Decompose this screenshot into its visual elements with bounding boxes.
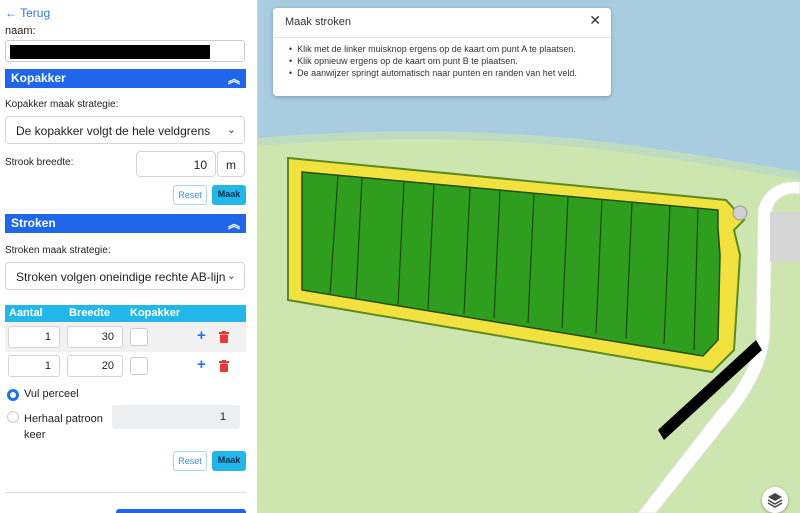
kopakker-strategy-value: De kopakker volgt de hele veldgrens bbox=[16, 124, 211, 138]
kopakker-maak-button[interactable]: Maak bbox=[212, 185, 246, 205]
plus-icon[interactable]: + bbox=[197, 327, 206, 344]
strook-breedte-input[interactable]: 10 bbox=[136, 151, 216, 177]
herhaal-patroon-radio[interactable] bbox=[7, 411, 19, 423]
sidebar-panel: ← Terug naam: Kopakker ︽ Kopakker maak s… bbox=[0, 0, 258, 513]
kopakker-section-header[interactable]: Kopakker ︽ bbox=[5, 69, 246, 88]
strook-breedte-label: Strook breedte: bbox=[5, 157, 74, 168]
col-aantal: Aantal bbox=[9, 307, 43, 319]
chevron-down-icon: ⌄ bbox=[226, 270, 236, 282]
breedte-input[interactable]: 30 bbox=[67, 326, 123, 348]
stroken-strategy-value: Stroken volgen oneindige rechte AB-lijn bbox=[16, 270, 226, 284]
stroken-maak-button[interactable]: Maak bbox=[212, 451, 246, 471]
kopakker-strategy-select[interactable]: De kopakker volgt de hele veldgrens ⌄ bbox=[5, 116, 245, 144]
layers-icon bbox=[767, 493, 783, 508]
vul-perceel-radio[interactable] bbox=[7, 389, 19, 401]
herhaal-count-input[interactable]: 1 bbox=[112, 405, 240, 429]
stroken-reset-button[interactable]: Reset bbox=[173, 451, 207, 471]
instruction-item: Klik opnieuw ergens op de kaart om punt … bbox=[289, 55, 577, 67]
col-kopakker: Kopakker bbox=[130, 307, 181, 319]
close-icon[interactable]: ✕ bbox=[589, 12, 601, 29]
name-label: naam: bbox=[5, 25, 36, 37]
trash-icon[interactable] bbox=[219, 360, 229, 372]
stroken-header-label: Stroken bbox=[11, 216, 56, 230]
info-instructions: Klik met de linker muisknop ergens op de… bbox=[289, 43, 577, 79]
layers-button[interactable] bbox=[762, 487, 788, 513]
vul-perceel-label: Vul perceel bbox=[24, 388, 79, 400]
aantal-input[interactable]: 1 bbox=[8, 326, 60, 348]
collapse-icon[interactable]: ︽ bbox=[228, 215, 240, 232]
kopakker-checkbox[interactable] bbox=[130, 357, 148, 375]
kopakker-checkbox[interactable] bbox=[130, 328, 148, 346]
collapse-icon[interactable]: ︽ bbox=[228, 70, 240, 87]
trash-icon[interactable] bbox=[219, 331, 229, 343]
kopakker-strategy-label: Kopakker maak strategie: bbox=[5, 99, 119, 110]
stroken-strategy-label: Stroken maak strategie: bbox=[5, 245, 111, 256]
stroken-table-header: Aantal Breedte Kopakker bbox=[5, 305, 246, 322]
back-link[interactable]: ← Terug bbox=[5, 6, 50, 20]
divider bbox=[5, 492, 246, 493]
instruction-item: Klik met de linker muisknop ergens op de… bbox=[289, 43, 577, 55]
info-popup: Maak stroken ✕ Klik met de linker muiskn… bbox=[273, 8, 611, 96]
redacted-name bbox=[10, 45, 210, 59]
chevron-down-icon: ⌄ bbox=[226, 124, 236, 136]
instruction-item: De aanwijzer springt automatisch naar pu… bbox=[289, 67, 577, 79]
building bbox=[770, 212, 800, 262]
stroken-section-header[interactable]: Stroken ︽ bbox=[5, 214, 246, 233]
info-title: Maak stroken bbox=[285, 16, 352, 28]
point-marker bbox=[732, 205, 748, 221]
kopakker-reset-button[interactable]: Reset bbox=[173, 185, 207, 205]
info-divider bbox=[273, 37, 611, 38]
herhaal-patroon-label: Herhaal patroon keer bbox=[24, 413, 103, 441]
aantal-input[interactable]: 1 bbox=[8, 355, 60, 377]
breedte-input[interactable]: 20 bbox=[67, 355, 123, 377]
stroken-strategy-select[interactable]: Stroken volgen oneindige rechte AB-lijn … bbox=[5, 262, 245, 290]
bottom-action-button[interactable] bbox=[116, 509, 246, 513]
map-canvas[interactable]: Maak stroken ✕ Klik met de linker muiskn… bbox=[258, 0, 800, 513]
col-breedte: Breedte bbox=[69, 307, 110, 319]
unit-label: m bbox=[217, 151, 245, 177]
plus-icon[interactable]: + bbox=[197, 356, 206, 373]
kopakker-header-label: Kopakker bbox=[11, 71, 66, 85]
